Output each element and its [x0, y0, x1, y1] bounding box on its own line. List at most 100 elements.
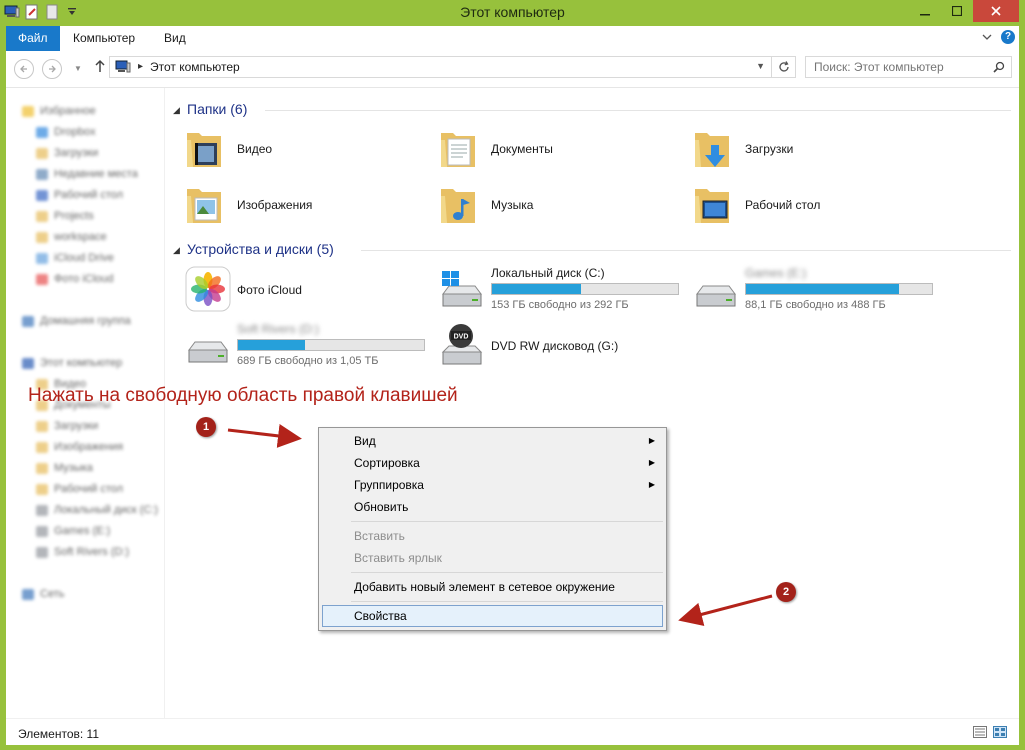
menu-item-refresh[interactable]: Обновить	[322, 496, 663, 518]
sidebar-item[interactable]: Фото iCloud	[36, 272, 114, 286]
sidebar-item-icon	[22, 588, 34, 600]
sidebar-item-label: workspace	[54, 231, 107, 243]
address-dropdown-icon[interactable]: ▼	[756, 61, 765, 71]
menu-item-group[interactable]: Группировка ▶	[322, 474, 663, 496]
drive-name: Локальный диск (C:)	[491, 266, 605, 280]
up-button[interactable]	[94, 59, 106, 76]
disk-usage-fill	[238, 340, 305, 350]
sidebar-item[interactable]: workspace	[36, 230, 107, 244]
folder-item-documents[interactable]: Документы	[439, 125, 659, 175]
menu-item-paste-shortcut[interactable]: Вставить ярлык	[322, 547, 663, 569]
tab-file[interactable]: Файл	[6, 26, 60, 51]
drive-item-soft[interactable]: Soft Rivers (D:) 689 ГБ свободно из 1,05…	[185, 322, 435, 372]
folder-label: Видео	[237, 142, 273, 156]
sidebar-item[interactable]: Загрузки	[36, 419, 98, 433]
sidebar-item[interactable]: Недавние места	[36, 167, 138, 181]
sidebar-item-label: Загрузки	[54, 420, 99, 432]
recent-locations-dropdown-icon[interactable]: ▼	[74, 64, 82, 73]
close-button[interactable]	[973, 0, 1019, 22]
search-field[interactable]	[805, 56, 1012, 78]
menu-item-sort[interactable]: Сортировка ▶	[322, 452, 663, 474]
drive-free-space: 88,1 ГБ свободно из 488 ГБ	[745, 299, 886, 311]
sidebar-item-icon	[36, 252, 48, 264]
sidebar-item-label: Сеть	[40, 588, 65, 600]
refresh-button[interactable]	[772, 56, 796, 78]
forward-button[interactable]	[42, 59, 62, 79]
svg-text:DVD: DVD	[454, 334, 469, 341]
drive-item-dvd[interactable]: DVD DVD RW дисковод (G:)	[439, 322, 659, 372]
context-menu: Вид ▶ Сортировка ▶ Группировка ▶ Обновит…	[318, 427, 667, 631]
folder-item-video[interactable]: Видео	[185, 125, 405, 175]
drive-free-space: 689 ГБ свободно из 1,05 ТБ	[237, 355, 379, 367]
address-bar[interactable]: ▸ Этот компьютер ▼	[109, 56, 772, 78]
menu-item-properties[interactable]: Свойства	[322, 605, 663, 627]
sidebar-item[interactable]: Локальный диск (C:)	[36, 503, 158, 517]
devices-section-header[interactable]: ◢ Устройства и диски (5)	[165, 240, 1011, 260]
back-button[interactable]	[14, 59, 34, 79]
sidebar-item-icon	[36, 126, 48, 138]
menu-item-add-network-location[interactable]: Добавить новый элемент в сетевое окружен…	[322, 576, 663, 598]
sidebar-item-icon	[36, 273, 48, 285]
title-bar: Этот компьютер	[0, 0, 1025, 26]
drive-item-games[interactable]: Games (E:) 88,1 ГБ свободно из 488 ГБ	[693, 266, 943, 316]
pictures-folder-icon	[185, 181, 231, 231]
sidebar-item[interactable]: iCloud Drive	[36, 251, 114, 265]
expand-ribbon-icon[interactable]	[981, 31, 995, 45]
item-count: Элементов: 11	[18, 727, 99, 741]
search-icon[interactable]	[993, 61, 1005, 73]
tab-view[interactable]: Вид	[152, 26, 198, 51]
folder-item-desktop[interactable]: Рабочий стол	[693, 181, 913, 231]
submenu-arrow-icon: ▶	[648, 436, 655, 445]
ribbon: Файл Компьютер Вид ?	[6, 26, 1019, 52]
sidebar-item-label: Этот компьютер	[40, 357, 123, 369]
sidebar-item[interactable]: Рабочий стол	[36, 188, 123, 202]
search-input[interactable]	[806, 57, 998, 77]
menu-separator	[351, 572, 663, 573]
sidebar-item-label: Избранное	[40, 105, 96, 117]
folder-item-pictures[interactable]: Изображения	[185, 181, 405, 231]
sidebar-item-label: Недавние места	[54, 168, 138, 180]
sidebar-item-icon	[22, 357, 34, 369]
sidebar-item[interactable]: Dropbox	[36, 125, 96, 139]
tab-computer[interactable]: Компьютер	[61, 26, 147, 51]
maximize-button[interactable]	[941, 0, 973, 22]
device-item-icloud-photos[interactable]: Фото iCloud	[185, 266, 405, 316]
sidebar-item[interactable]: Projects	[36, 209, 94, 223]
sidebar-item-icon	[36, 462, 48, 474]
large-icons-view-icon[interactable]	[993, 726, 1007, 738]
sidebar-item[interactable]: Избранное	[22, 104, 96, 118]
sidebar-item[interactable]: Загрузки	[36, 146, 98, 160]
drive-item-local-c[interactable]: Локальный диск (C:) 153 ГБ свободно из 2…	[439, 266, 689, 316]
folders-section-header[interactable]: ◢ Папки (6)	[165, 100, 1011, 120]
sidebar-item[interactable]: Музыка	[36, 461, 93, 475]
sidebar-item[interactable]: Soft Rivers (D:)	[36, 545, 129, 559]
menu-item-label: Вставить	[354, 529, 405, 543]
disk-usage-fill	[492, 284, 582, 294]
breadcrumb-path[interactable]: Этот компьютер	[150, 60, 240, 74]
section-divider	[265, 110, 1011, 111]
collapse-chevron-icon[interactable]: ◢	[173, 245, 180, 256]
collapse-chevron-icon[interactable]: ◢	[173, 105, 180, 116]
sidebar-item-label: iCloud Drive	[54, 252, 114, 264]
sidebar-item[interactable]: Рабочий стол	[36, 482, 123, 496]
sidebar-item[interactable]: Домашняя группа	[22, 314, 131, 328]
folder-item-music[interactable]: Музыка	[439, 181, 659, 231]
menu-item-paste[interactable]: Вставить	[322, 525, 663, 547]
submenu-arrow-icon: ▶	[648, 458, 655, 467]
sidebar-item[interactable]: Изображения	[36, 440, 123, 454]
help-icon[interactable]: ?	[1001, 30, 1015, 44]
sidebar-item-icon	[36, 483, 48, 495]
icloud-photos-icon	[185, 266, 231, 316]
menu-item-view[interactable]: Вид ▶	[322, 430, 663, 452]
sidebar-item[interactable]: Этот компьютер	[22, 356, 122, 370]
sidebar-item-label: Soft Rivers (D:)	[54, 546, 130, 558]
details-view-icon[interactable]	[973, 726, 987, 738]
step-marker-1: 1	[196, 417, 216, 437]
folder-item-downloads[interactable]: Загрузки	[693, 125, 913, 175]
folder-label: Рабочий стол	[745, 198, 821, 212]
sidebar-item[interactable]: Сеть	[22, 587, 64, 601]
minimize-button[interactable]	[909, 0, 941, 22]
disk-usage-fill	[746, 284, 899, 294]
sidebar-item[interactable]: Games (E:)	[36, 524, 110, 538]
breadcrumb-separator-icon[interactable]: ▸	[138, 61, 143, 72]
